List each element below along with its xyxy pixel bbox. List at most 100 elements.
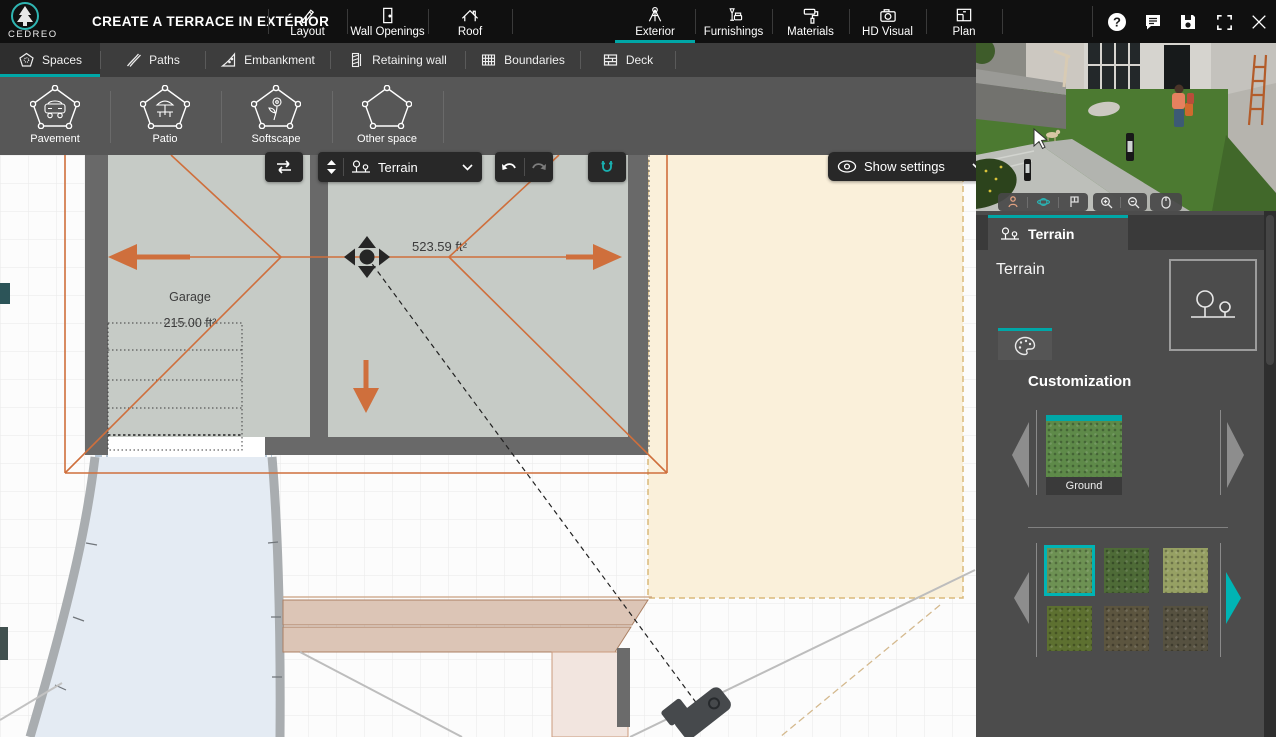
divider	[512, 9, 513, 34]
tab-exterior[interactable]: Exterior	[615, 0, 695, 43]
category-label: Embankment	[244, 53, 315, 67]
deck-step-2[interactable]	[283, 627, 631, 652]
divider	[1120, 197, 1121, 208]
tab-materials[interactable]: Materials	[772, 0, 849, 43]
feedback-button[interactable]	[1141, 10, 1165, 34]
arrow-down-shaft	[364, 360, 369, 389]
deck-step-1[interactable]	[283, 600, 648, 625]
tab-furnishings[interactable]: Furnishings	[695, 0, 772, 43]
magnet-snap-button[interactable]	[588, 152, 626, 182]
tab-wall-openings[interactable]: Wall Openings	[347, 0, 428, 43]
section-title: Terrain	[996, 261, 1045, 279]
texture-swatch-3[interactable]	[1163, 548, 1208, 593]
plan-canvas[interactable]: Garage 215.00 ft² 523.59 ft²	[0, 155, 976, 737]
fullscreen-icon	[1215, 13, 1234, 32]
category-deck[interactable]: Deck	[580, 43, 675, 77]
tab-layout[interactable]: Layout	[268, 0, 347, 43]
wall-right	[628, 155, 648, 448]
palette-icon	[1014, 336, 1036, 356]
texture-swatch-4[interactable]	[1047, 606, 1092, 651]
tab-label: Roof	[458, 26, 482, 38]
category-label: Deck	[626, 53, 653, 67]
textures-prev-button[interactable]	[1014, 572, 1029, 624]
chevron-down-icon	[462, 164, 473, 171]
texture-swatch-2[interactable]	[1104, 548, 1149, 593]
plan-drawing[interactable]: Garage 215.00 ft² 523.59 ft²	[0, 155, 976, 737]
category-embankment[interactable]: Embankment	[205, 43, 330, 77]
tool-other-space[interactable]: Other space	[332, 77, 442, 155]
tab-label: Plan	[952, 26, 975, 38]
patio-strip[interactable]	[552, 652, 628, 737]
garage-door-opening	[108, 437, 265, 457]
tab-label: Wall Openings	[350, 26, 424, 38]
tab-plan[interactable]: Plan	[926, 0, 1002, 43]
category-boundaries[interactable]: Boundaries	[465, 43, 580, 77]
textures-next-button[interactable]	[1226, 572, 1241, 624]
ground-swatch[interactable]: Ground	[1046, 415, 1122, 495]
carousel-next-button[interactable]	[1227, 422, 1244, 488]
category-paths[interactable]: Paths	[100, 43, 205, 77]
panel-scrollbar[interactable]	[1264, 211, 1276, 737]
zoom-in-icon[interactable]	[1100, 196, 1113, 209]
right-panel: Terrain Terrain Customization Ground	[976, 43, 1276, 737]
terrain-space-beige[interactable]	[648, 155, 963, 598]
divider	[343, 158, 344, 176]
undo-button[interactable]	[496, 161, 524, 174]
help-button[interactable]: ?	[1105, 10, 1129, 34]
swap-space-type-button[interactable]	[265, 152, 303, 182]
carousel-prev-button[interactable]	[1012, 422, 1029, 488]
wall-middle	[310, 155, 328, 455]
brand-text: CEDREO	[8, 29, 58, 40]
tab-roof[interactable]: Roof	[428, 0, 512, 43]
arrow-left-shaft	[136, 255, 190, 260]
undo-redo-group	[495, 152, 553, 182]
layer-selector[interactable]: Terrain	[318, 152, 482, 182]
show-settings-button[interactable]: Show settings	[828, 152, 992, 181]
save-button[interactable]	[1176, 10, 1200, 34]
save-icon	[1178, 12, 1198, 32]
tool-softscape[interactable]: Softscape	[221, 77, 331, 155]
category-bar: Spaces Paths Embankment Retaining wall B…	[0, 43, 976, 77]
tab-terrain[interactable]: Terrain	[988, 215, 1128, 250]
redo-icon	[530, 161, 547, 174]
tool-patio[interactable]: Patio	[110, 77, 220, 155]
top-bar: CEDREO CREATE A TERRACE IN EXTÉRIOR Layo…	[0, 0, 1276, 43]
divider	[1220, 543, 1221, 657]
tab-customization-palette[interactable]	[998, 328, 1052, 360]
walkthrough-person-icon[interactable]	[1007, 196, 1019, 208]
fullscreen-button[interactable]	[1212, 10, 1236, 34]
orbit-view-icon[interactable]	[1037, 196, 1050, 208]
plan-view-icon[interactable]	[1068, 196, 1080, 208]
zoom-out-icon[interactable]	[1127, 196, 1140, 209]
cedreo-logo[interactable]: CEDREO	[6, 1, 84, 42]
3d-preview-scene	[976, 43, 1276, 211]
swap-icon	[274, 159, 294, 175]
tool-label: Softscape	[252, 133, 301, 145]
3d-preview[interactable]	[976, 43, 1276, 211]
texture-swatch-1[interactable]	[1047, 548, 1092, 593]
redo-button[interactable]	[525, 161, 553, 174]
terrain-thumbnail[interactable]	[1169, 259, 1257, 351]
category-spaces[interactable]: Spaces	[0, 43, 100, 77]
divider	[675, 51, 676, 69]
category-retaining-wall[interactable]: Retaining wall	[330, 43, 465, 77]
close-button[interactable]	[1247, 10, 1271, 34]
mouse-controls-button[interactable]	[1150, 193, 1182, 211]
pavement-icon	[30, 85, 80, 129]
divider	[1027, 197, 1028, 208]
scrollbar-thumb[interactable]	[1266, 215, 1274, 365]
tool-pavement[interactable]: Pavement	[0, 77, 110, 155]
tab-label: Materials	[787, 26, 834, 38]
show-settings-label: Show settings	[864, 159, 965, 174]
chat-icon	[1143, 12, 1163, 32]
tab-label: Exterior	[635, 26, 675, 38]
other-space-icon	[362, 85, 412, 129]
roof-icon	[460, 6, 480, 25]
wall-segment	[617, 648, 630, 727]
texture-swatch-5[interactable]	[1104, 606, 1149, 651]
tab-hd-visual[interactable]: HD Visual	[849, 0, 926, 43]
tool-label: Patio	[152, 133, 177, 145]
texture-swatch-6[interactable]	[1163, 606, 1208, 651]
customization-title: Customization	[1028, 373, 1131, 390]
tab-label: HD Visual	[862, 26, 913, 38]
